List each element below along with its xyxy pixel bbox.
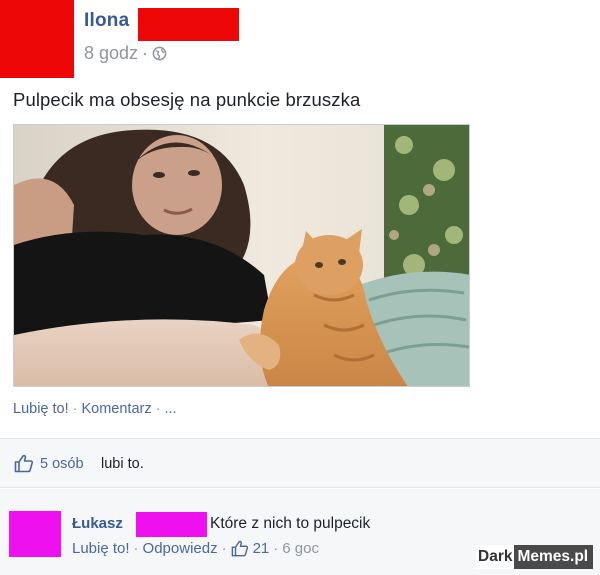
author-avatar-redacted[interactable] [0, 0, 74, 78]
post-photo[interactable] [13, 124, 470, 387]
comment-link[interactable]: Komentarz [81, 401, 151, 417]
author-surname-redaction [138, 8, 239, 41]
separator-dot: · [72, 401, 78, 417]
separator-dot: · [273, 540, 279, 557]
globe-icon[interactable] [152, 46, 167, 61]
separator-dot: · [221, 540, 227, 557]
watermark-logo: Dark Memes.pl [476, 545, 594, 569]
comment-actions: Lubię to! · Odpowiedz · 21 · 6 goc [72, 540, 319, 557]
comment-text: Które z nich to pulpecik [210, 515, 371, 532]
separator-dot: · [155, 401, 161, 417]
watermark-part-dark: Dark [476, 545, 515, 569]
comment-like-count[interactable]: 21 [253, 540, 270, 557]
likes-suffix: lubi to. [101, 456, 144, 472]
more-link[interactable]: ... [164, 401, 176, 417]
watermark-part-memes: Memes.pl [514, 545, 594, 569]
post-text: Pulpecik ma obsesję na punkcie brzuszka [13, 89, 361, 110]
like-link[interactable]: Lubię to! [13, 401, 69, 417]
separator-dot: · [133, 540, 139, 557]
comment-like-link[interactable]: Lubię to! [72, 540, 130, 557]
post-card: Ilona 8 godz · Pulpecik ma obsesję na pu… [0, 0, 600, 438]
post-actions: Lubię to! · Komentarz · ... [13, 401, 177, 417]
meta-separator: · [142, 43, 149, 63]
post-timestamp[interactable]: 8 godz [84, 43, 138, 64]
post-author-name[interactable]: Ilona [84, 10, 129, 32]
comment-author-name[interactable]: Łukasz [72, 515, 123, 532]
comment-timestamp[interactable]: 6 goc [282, 540, 319, 557]
likes-summary: 5 osób lubi to. [0, 438, 600, 488]
thumbs-up-icon [14, 454, 34, 473]
post-meta: 8 godz · [84, 43, 167, 64]
likes-count-link[interactable]: 5 osób [40, 456, 84, 472]
comment-reply-link[interactable]: Odpowiedz [143, 540, 218, 557]
commenter-surname-redaction [136, 512, 207, 537]
thumbs-up-icon [231, 540, 248, 557]
photo-image [14, 125, 469, 386]
commenter-avatar-redacted[interactable] [9, 511, 61, 557]
